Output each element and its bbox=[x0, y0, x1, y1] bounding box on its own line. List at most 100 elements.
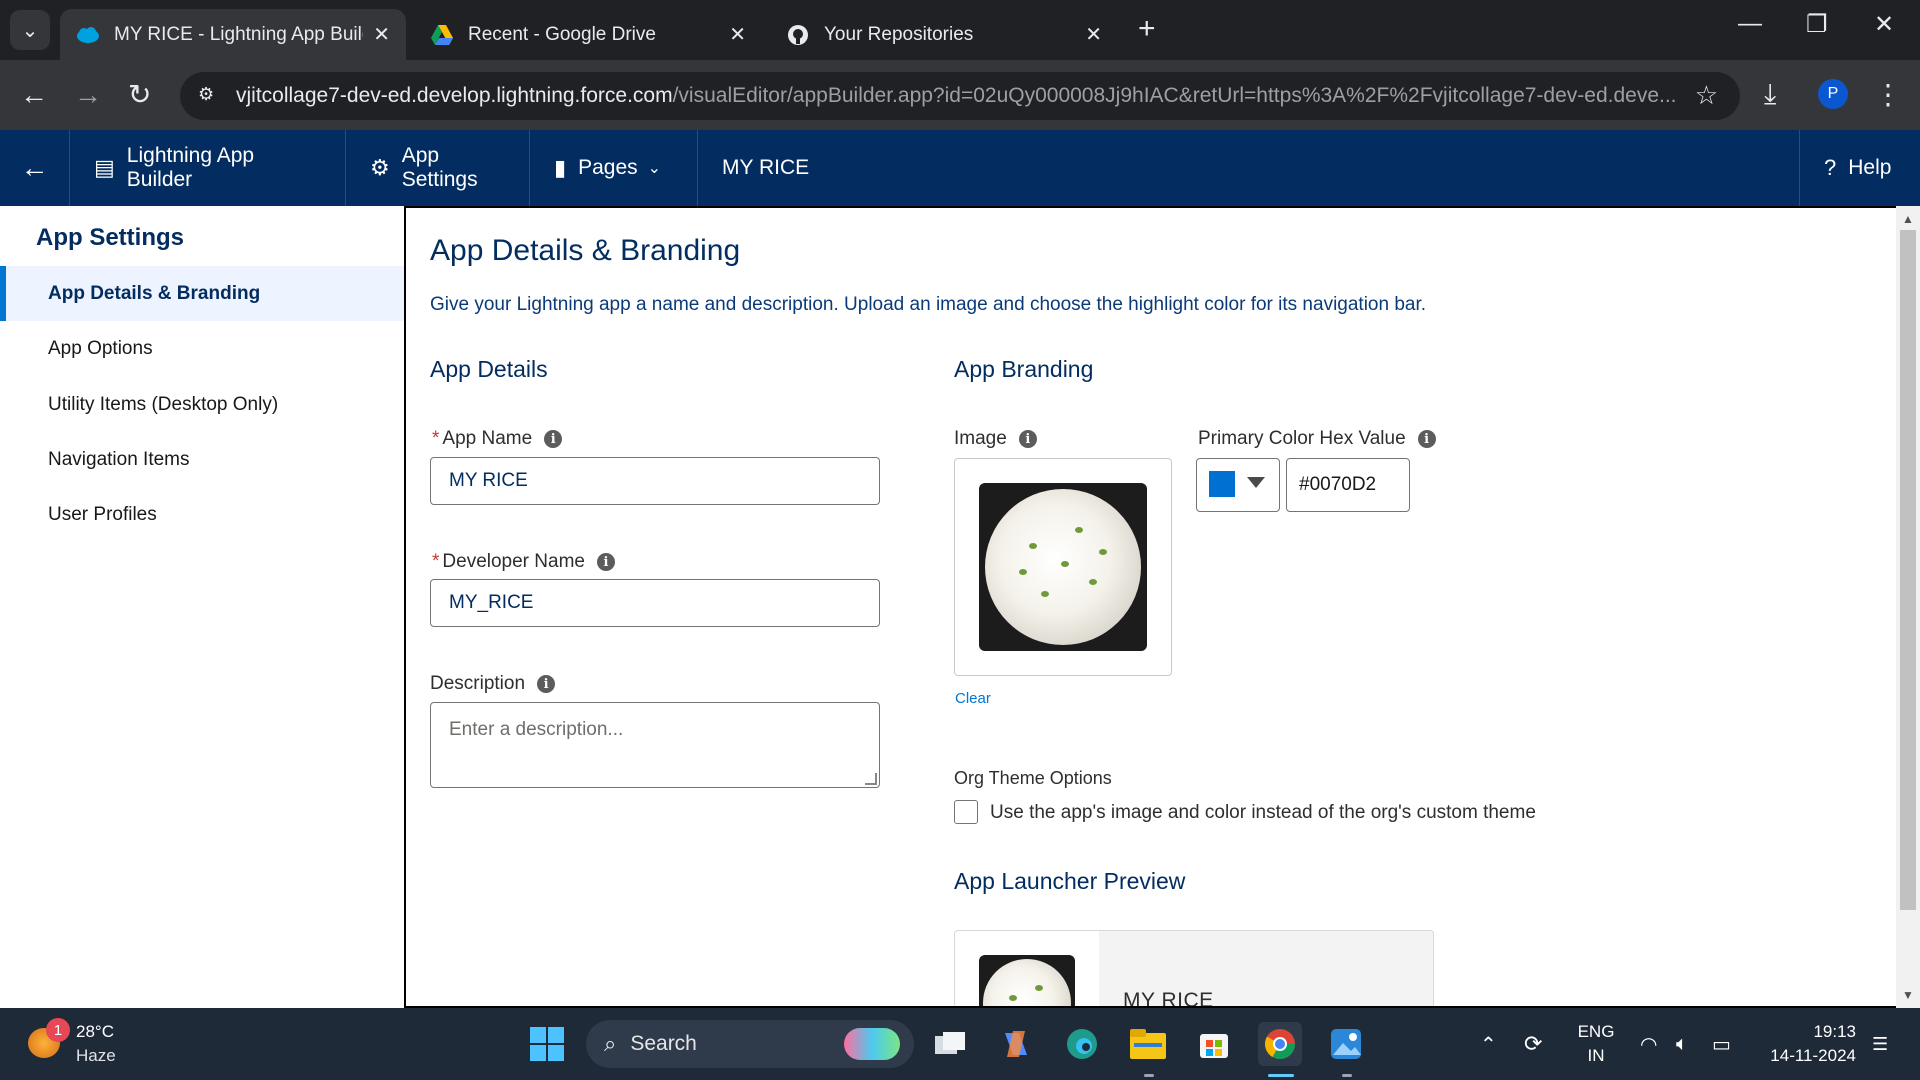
gear-icon: ⚙ bbox=[370, 155, 390, 180]
weather-condition: Haze bbox=[76, 1046, 116, 1065]
back-arrow-icon[interactable]: ← bbox=[20, 77, 48, 113]
primary-color-label: Primary Color Hex Value i bbox=[1198, 428, 1436, 450]
sidebar-item-utility-items[interactable]: Utility Items (Desktop Only) bbox=[0, 377, 404, 432]
windows-start-icon[interactable] bbox=[525, 1022, 569, 1066]
volume-icon[interactable]: 🔈︎ bbox=[1676, 1008, 1688, 1080]
sync-icon[interactable]: ⟳ bbox=[1524, 1008, 1542, 1080]
app-details-panel: App Details & Branding Give your Lightni… bbox=[404, 206, 1900, 1008]
page-title: App Details & Branding bbox=[430, 234, 741, 267]
info-icon[interactable]: i bbox=[1417, 430, 1436, 448]
task-view-icon[interactable] bbox=[928, 1022, 972, 1066]
sidebar-item-app-details-branding[interactable]: App Details & Branding bbox=[0, 266, 404, 321]
required-asterisk: * bbox=[432, 551, 440, 572]
developer-name-label: * Developer Name i bbox=[432, 551, 615, 573]
back-arrow-icon[interactable]: ← bbox=[0, 130, 70, 206]
app-branding-heading: App Branding bbox=[954, 356, 1094, 382]
tab-github[interactable]: Your Repositories ✕ bbox=[770, 9, 1118, 60]
org-theme-checkbox[interactable] bbox=[954, 800, 978, 824]
app-launcher-preview-heading: App Launcher Preview bbox=[954, 868, 1186, 894]
app-name-label: * App Name i bbox=[432, 428, 563, 450]
scroll-down-icon[interactable]: ▼ bbox=[1902, 988, 1914, 1002]
page-icon: ▮ bbox=[554, 155, 567, 180]
org-theme-label: Org Theme Options bbox=[954, 768, 1112, 788]
reload-icon[interactable]: ↻ bbox=[128, 77, 151, 113]
app-image-upload[interactable] bbox=[954, 458, 1172, 676]
developer-name-input[interactable]: MY_RICE bbox=[430, 579, 880, 627]
info-icon[interactable]: i bbox=[544, 430, 563, 448]
scroll-up-icon[interactable]: ▲ bbox=[1902, 212, 1914, 226]
scrollbar-thumb[interactable] bbox=[1900, 230, 1916, 910]
description-placeholder: Enter a description... bbox=[449, 719, 624, 740]
photos-app-icon[interactable] bbox=[1324, 1022, 1368, 1066]
app-details-heading: App Details bbox=[430, 356, 548, 382]
url-text: vjitcollage7-dev-ed.develop.lightning.fo… bbox=[236, 84, 1677, 107]
new-tab-button[interactable]: + bbox=[1138, 12, 1156, 46]
taskbar-clock[interactable]: 19:13 14-11-2024 bbox=[1754, 1020, 1856, 1068]
restore-icon[interactable]: ❐ bbox=[1806, 10, 1828, 39]
resize-handle[interactable] bbox=[865, 773, 877, 785]
tab-title: Recent - Google Drive bbox=[468, 23, 656, 45]
google-drive-icon bbox=[430, 23, 454, 47]
taskbar-search-box[interactable]: ⌕ Search bbox=[586, 1020, 914, 1068]
browser-toolbar: ← → ↻ ⚙ vjitcollage7-dev-ed.develop.ligh… bbox=[0, 60, 1920, 130]
close-tab-icon[interactable]: ✕ bbox=[373, 22, 390, 47]
bookmark-star-icon[interactable]: ☆ bbox=[1695, 80, 1718, 111]
app-launcher-preview-card: MY RICE bbox=[954, 930, 1434, 1008]
tab-search-button[interactable]: ⌄ bbox=[10, 10, 50, 50]
tab-my-rice[interactable]: MY RICE - Lightning App Builde ✕ bbox=[60, 9, 406, 60]
wifi-icon[interactable]: ◠ bbox=[1640, 1008, 1657, 1080]
active-app-indicator bbox=[1268, 1074, 1294, 1077]
tab-title: Your Repositories bbox=[824, 23, 974, 45]
description-textarea[interactable]: Enter a description... bbox=[430, 702, 880, 788]
search-icon: ⌕ bbox=[604, 1031, 617, 1056]
edge-browser-icon[interactable] bbox=[1060, 1022, 1104, 1066]
show-hidden-icons-chevron[interactable]: ⌃ bbox=[1480, 1008, 1497, 1080]
forward-arrow-icon[interactable]: → bbox=[74, 77, 102, 113]
copilot-icon[interactable] bbox=[994, 1022, 1038, 1066]
salesforce-cloud-icon bbox=[76, 23, 100, 47]
org-theme-checkbox-label: Use the app's image and color instead of… bbox=[990, 802, 1536, 823]
close-tab-icon[interactable]: ✕ bbox=[729, 22, 746, 47]
main-scrollbar[interactable]: ▲ ▼ bbox=[1896, 206, 1920, 1008]
notification-center-icon[interactable]: ☰ bbox=[1872, 1008, 1888, 1080]
chrome-browser-icon[interactable] bbox=[1258, 1022, 1302, 1066]
sidebar-heading: App Settings bbox=[36, 224, 184, 251]
download-icon[interactable]: ⤓ bbox=[1764, 78, 1776, 111]
settings-sidebar: App Settings App Details & Branding App … bbox=[0, 206, 404, 1008]
info-icon[interactable]: i bbox=[537, 675, 556, 693]
sidebar-item-user-profiles[interactable]: User Profiles bbox=[0, 487, 404, 542]
battery-icon[interactable]: ▭ bbox=[1712, 1008, 1731, 1080]
tab-title: MY RICE - Lightning App Builde bbox=[114, 23, 364, 45]
tab-google-drive[interactable]: Recent - Google Drive ✕ bbox=[414, 9, 762, 60]
close-tab-icon[interactable]: ✕ bbox=[1085, 22, 1102, 47]
sidebar-item-app-options[interactable]: App Options bbox=[0, 321, 404, 376]
lightning-app-builder-title: ▤ Lightning App Builder bbox=[70, 130, 346, 206]
browser-tab-strip: ⌄ MY RICE - Lightning App Builde ✕ Recen… bbox=[0, 0, 1920, 60]
color-picker-button[interactable] bbox=[1196, 458, 1280, 512]
close-window-icon[interactable]: ✕ bbox=[1874, 10, 1894, 39]
clock-date: 14-11-2024 bbox=[1770, 1046, 1856, 1065]
profile-avatar[interactable]: P bbox=[1818, 79, 1848, 109]
site-info-icon[interactable]: ⚙ bbox=[198, 84, 222, 108]
rice-thumbnail bbox=[979, 955, 1075, 1006]
pages-dropdown[interactable]: ▮ Pages ⌄ bbox=[530, 130, 698, 206]
address-bar[interactable]: ⚙ vjitcollage7-dev-ed.develop.lightning.… bbox=[180, 72, 1740, 120]
app-name-label: MY RICE bbox=[698, 130, 1800, 206]
sidebar-item-navigation-items[interactable]: Navigation Items bbox=[0, 432, 404, 487]
microsoft-store-icon[interactable] bbox=[1192, 1022, 1236, 1066]
app-settings-button[interactable]: ⚙ App Settings bbox=[346, 130, 530, 206]
info-icon[interactable]: i bbox=[596, 553, 615, 571]
minimize-icon[interactable]: — bbox=[1738, 10, 1762, 38]
info-icon[interactable]: i bbox=[1018, 430, 1037, 448]
app-name-input[interactable]: MY RICE bbox=[430, 457, 880, 505]
caret-down-icon bbox=[1247, 477, 1265, 488]
browser-menu-icon[interactable]: ⋮ bbox=[1874, 78, 1902, 111]
help-button[interactable]: ? Help bbox=[1800, 130, 1920, 206]
weather-widget[interactable]: 1 28°C Haze bbox=[24, 1018, 164, 1070]
file-explorer-icon[interactable] bbox=[1126, 1022, 1170, 1066]
preview-app-name: MY RICE bbox=[1123, 989, 1214, 1008]
weather-temperature: 28°C bbox=[76, 1022, 114, 1041]
language-indicator[interactable]: ENG IN bbox=[1576, 1020, 1616, 1068]
hex-color-input[interactable]: #0070D2 bbox=[1286, 458, 1410, 512]
clear-image-link[interactable]: Clear bbox=[955, 690, 991, 707]
